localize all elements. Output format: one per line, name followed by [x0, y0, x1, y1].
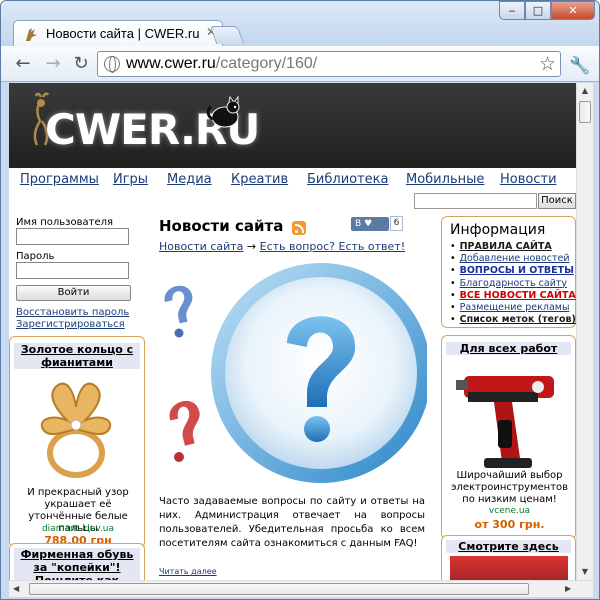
scroll-down-icon[interactable]: ▼	[580, 567, 590, 577]
username-field[interactable]	[16, 228, 129, 245]
left-ad-site[interactable]: diamant.kiev.ua	[14, 524, 142, 534]
tab-title: Новости сайта | CWER.ru	[46, 26, 200, 41]
site-favicon-icon	[26, 28, 37, 41]
reload-icon[interactable]: ↻	[69, 52, 93, 76]
menu-item-mobile[interactable]: Мобильные	[406, 172, 484, 187]
info-link-tags[interactable]: Список меток (тегов)	[460, 314, 576, 325]
info-link-add-news[interactable]: Добавление новостей	[460, 253, 570, 264]
horizontal-scrollbar[interactable]: ◀ ▶	[9, 580, 593, 597]
menu-item-games[interactable]: Игры	[113, 172, 148, 187]
right-ad-text: Широчайший выбор электроинструментов по …	[450, 470, 569, 505]
register-link[interactable]: Зарегистрироваться	[16, 319, 125, 330]
breadcrumb-news[interactable]: Новости сайта	[159, 240, 243, 253]
menu-item-creative[interactable]: Креатив	[231, 172, 288, 187]
share-button[interactable]: В ♥	[351, 217, 389, 231]
rss-icon[interactable]	[292, 221, 306, 235]
info-list: ПРАВИЛА САЙТА Добавление новостей ВОПРОС…	[450, 241, 576, 326]
address-bar[interactable]: www.cwer.ru/category/160/ ☆	[97, 51, 561, 77]
list-item: Благодарность сайту	[450, 278, 576, 290]
password-field[interactable]	[16, 262, 129, 279]
page-title: Новости сайта	[159, 217, 284, 235]
url-text: www.cwer.ru/category/160/	[126, 55, 317, 73]
globe-icon	[104, 56, 120, 73]
page-viewport: CWER.RU Программы Игры Медиа Креатив Биб…	[9, 83, 593, 597]
right-ad-site[interactable]: vcene.ua	[446, 506, 573, 516]
read-more-link[interactable]: Читать далее	[159, 567, 217, 576]
window-controls: ‒ □ ✕	[499, 1, 595, 21]
info-title: Информация	[450, 222, 546, 238]
browser-toolbar: ← → ↻ www.cwer.ru/category/160/ ☆ 🔧	[1, 46, 599, 82]
login-button[interactable]: Войти	[16, 285, 131, 301]
menu-item-media[interactable]: Медиа	[167, 172, 212, 187]
back-arrow-icon[interactable]: ←	[11, 52, 35, 76]
url-path: /category/160/	[215, 55, 318, 72]
article-body: Часто задаваемые вопросы по сайту и отве…	[159, 496, 425, 549]
list-item: ВОПРОСЫ И ОТВЕТЫ	[450, 265, 576, 277]
menu-item-programs[interactable]: Программы	[20, 172, 99, 187]
share-count: 6	[390, 216, 403, 231]
gold-ring-image[interactable]	[28, 373, 124, 483]
info-link-faq[interactable]: ВОПРОСЫ И ОТВЕТЫ	[460, 265, 574, 276]
nail-gun-image[interactable]	[454, 362, 566, 472]
right-ad-2-title[interactable]: Смотрите здесь	[446, 540, 571, 553]
horizontal-scroll-thumb[interactable]	[29, 583, 529, 595]
info-link-ads[interactable]: Размещение рекламы	[460, 302, 570, 313]
search-button[interactable]: Поиск	[538, 193, 576, 209]
maximize-button[interactable]: □	[525, 1, 551, 20]
close-window-button[interactable]: ✕	[551, 1, 595, 20]
tab-active[interactable]: Новости сайта | CWER.ru ✕	[13, 20, 223, 47]
tab-strip: Новости сайта | CWER.ru ✕ ‒ □ ✕	[1, 1, 599, 47]
scroll-left-icon[interactable]: ◀	[13, 584, 19, 593]
right-ad-price: от 300 грн.	[474, 518, 545, 531]
forward-arrow-icon[interactable]: →	[41, 52, 65, 76]
left-ad-title[interactable]: Золотое кольцо с фианитами	[14, 343, 140, 369]
browser-window: Новости сайта | CWER.ru ✕ ‒ □ ✕ ← → ↻ ww…	[0, 0, 600, 600]
wrench-menu-icon[interactable]: 🔧	[569, 56, 590, 76]
breadcrumb-faq[interactable]: Есть вопрос? Есть ответ!	[260, 240, 405, 253]
info-link-rules[interactable]: ПРАВИЛА САЙТА	[460, 241, 552, 252]
minimize-button[interactable]: ‒	[499, 1, 525, 20]
right-ad-title[interactable]: Для всех работ	[446, 342, 571, 355]
list-item: Список меток (тегов)	[450, 314, 576, 326]
bookmark-star-icon[interactable]: ☆	[539, 53, 556, 75]
username-label: Имя пользователя	[16, 217, 114, 228]
vertical-scrollbar[interactable]: ▲ ▼	[576, 83, 593, 581]
url-domain: www.cwer.ru	[126, 55, 216, 72]
question-mark-image[interactable]	[157, 261, 427, 493]
info-link-thanks[interactable]: Благодарность сайту	[460, 278, 567, 289]
site-header: CWER.RU	[9, 83, 576, 168]
breadcrumb-arrow: →	[246, 240, 257, 253]
list-item: ПРАВИЛА САЙТА	[450, 241, 576, 253]
logo-cat-icon	[206, 95, 240, 128]
breadcrumb: Новости сайта → Есть вопрос? Есть ответ!	[159, 240, 405, 253]
menu-item-news[interactable]: Новости	[500, 172, 557, 187]
restore-password-link[interactable]: Восстановить пароль	[16, 307, 129, 318]
info-link-all-news[interactable]: ВСЕ НОВОСТИ САЙТА	[460, 290, 576, 301]
new-tab-button[interactable]	[209, 26, 245, 44]
scroll-right-icon[interactable]: ▶	[565, 584, 571, 593]
heart-icon: ♥	[364, 219, 373, 229]
main-menu: Программы Игры Медиа Креатив Библиотека …	[9, 172, 576, 192]
password-label: Пароль	[16, 251, 55, 262]
left-ad-box: Золотое кольцо с фианитами И прекрасный …	[9, 336, 145, 548]
list-item: ВСЕ НОВОСТИ САЙТА	[450, 290, 576, 302]
scroll-up-icon[interactable]: ▲	[580, 86, 590, 96]
search-input[interactable]	[414, 193, 537, 209]
vertical-scroll-thumb[interactable]	[579, 101, 591, 123]
menu-item-library[interactable]: Библиотека	[307, 172, 389, 187]
list-item: Добавление новостей	[450, 253, 576, 265]
info-box: Информация ПРАВИЛА САЙТА Добавление ново…	[441, 216, 576, 328]
list-item: Размещение рекламы	[450, 302, 576, 314]
right-ad-box: Для всех работ Широчайший выбор электрои…	[441, 335, 576, 540]
share-label: В	[355, 219, 362, 229]
